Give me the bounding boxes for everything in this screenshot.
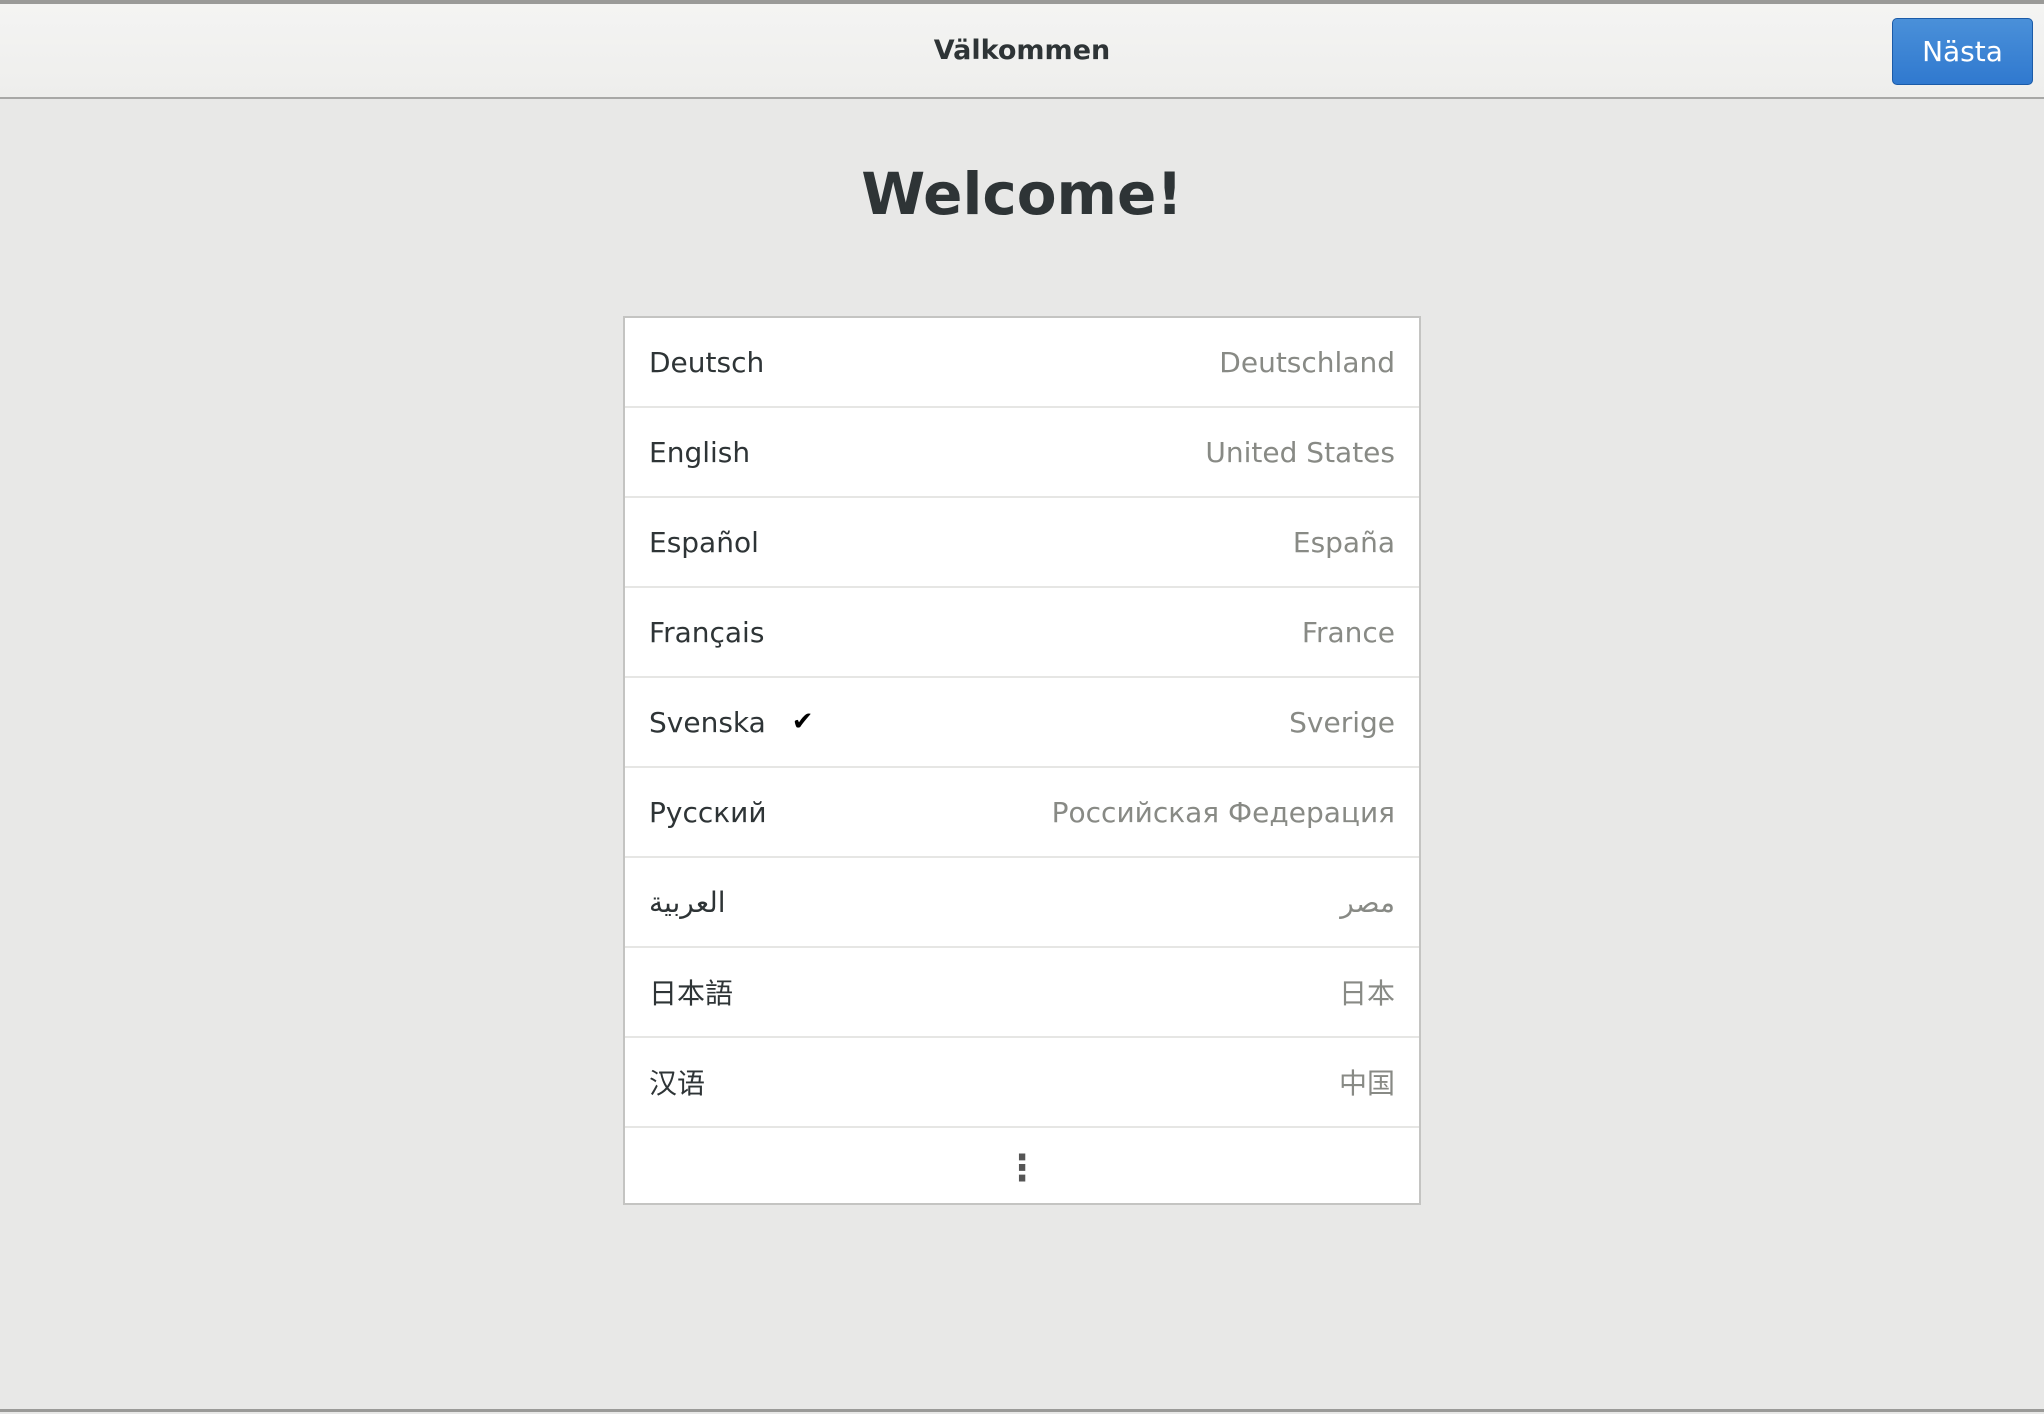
language-cell: Deutsch (649, 346, 1219, 379)
page-title: Welcome! (861, 160, 1183, 228)
header-bar: Välkommen Nästa (0, 4, 2044, 99)
language-row[interactable]: Español España (625, 498, 1419, 588)
language-name: 日本語 (649, 977, 734, 1010)
region-name: مصر (1340, 885, 1395, 919)
vertical-ellipsis-icon: ⋮ (1004, 1148, 1040, 1189)
language-row[interactable]: 汉语 中国 (625, 1038, 1419, 1128)
language-name: Русский (649, 795, 767, 829)
language-row[interactable]: العربية مصر (625, 858, 1419, 948)
language-name: Deutsch (649, 345, 765, 379)
language-name: Svenska (649, 705, 766, 739)
region-name: 中国 (1338, 1067, 1395, 1100)
language-name: العربية (649, 885, 726, 919)
region-name: Sverige (1289, 705, 1395, 739)
region-name: Deutschland (1219, 345, 1395, 379)
language-name: English (649, 435, 751, 469)
language-cell: Svenska ✔ (649, 706, 1289, 739)
language-row[interactable]: Deutsch Deutschland (625, 318, 1419, 408)
next-button[interactable]: Nästa (1892, 18, 2033, 85)
region-name: United States (1205, 435, 1395, 469)
header-title: Välkommen (933, 35, 1111, 66)
language-row[interactable]: 日本語 日本 (625, 948, 1419, 1038)
language-cell: العربية (649, 886, 1340, 919)
language-cell: English (649, 436, 1205, 469)
language-cell: Français (649, 616, 1302, 649)
language-name: Español (649, 525, 759, 559)
language-cell: 日本語 (649, 972, 1339, 1012)
region-name: España (1292, 525, 1395, 559)
language-row[interactable]: Русский Российская Федерация (625, 768, 1419, 858)
region-name: Российская Федерация (1051, 795, 1395, 829)
region-name: 日本 (1338, 977, 1395, 1010)
language-row[interactable]: English United States (625, 408, 1419, 498)
language-cell: 汉语 (649, 1062, 1339, 1102)
language-cell: Español (649, 526, 1293, 559)
language-cell: Русский (649, 796, 1052, 829)
language-row[interactable]: Français France (625, 588, 1419, 678)
checkmark-icon: ✔ (791, 707, 814, 737)
window-bottom-border (0, 1409, 2044, 1412)
more-languages-button[interactable]: ⋮ (625, 1128, 1419, 1209)
language-name: 汉语 (649, 1067, 706, 1100)
region-name: France (1301, 615, 1395, 649)
language-name: Français (649, 615, 765, 649)
language-list: Deutsch Deutschland English United States Es… (623, 316, 1421, 1205)
language-row[interactable]: Svenska ✔ Sverige (625, 678, 1419, 768)
